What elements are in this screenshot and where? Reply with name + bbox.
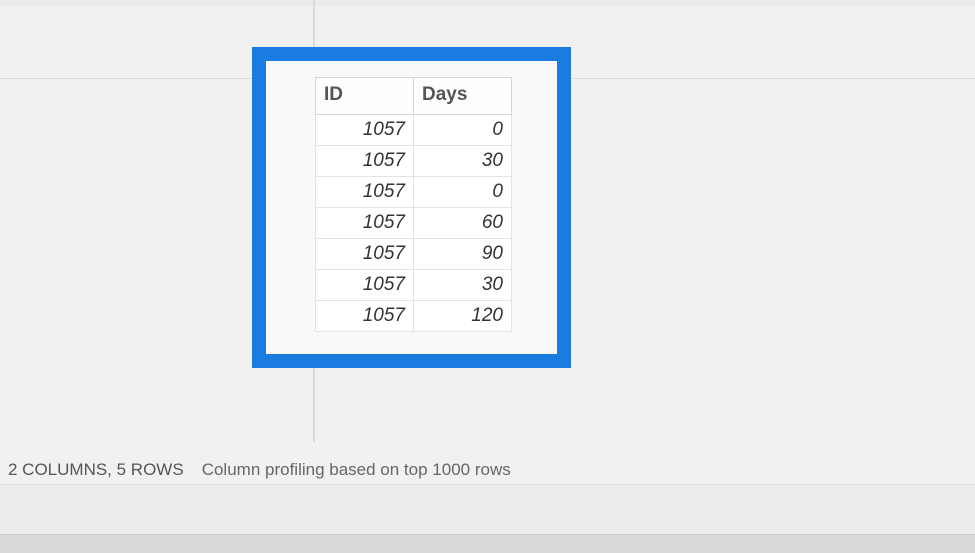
cell-days: 0 [414, 177, 512, 208]
cell-days: 30 [414, 146, 512, 177]
cell-id: 1057 [316, 208, 414, 239]
status-bar: 2 COLUMNS, 5 ROWS Column profiling based… [0, 455, 975, 485]
cell-id: 1057 [316, 239, 414, 270]
column-header-id[interactable]: ID [316, 78, 414, 115]
table-row[interactable]: 1057 120 [316, 301, 512, 332]
cell-id: 1057 [316, 301, 414, 332]
table-row[interactable]: 1057 30 [316, 270, 512, 301]
data-table[interactable]: ID Days 1057 0 1057 30 1057 0 1057 60 10 [315, 77, 512, 332]
table-row[interactable]: 1057 60 [316, 208, 512, 239]
status-profiling: Column profiling based on top 1000 rows [202, 460, 511, 480]
table-row[interactable]: 1057 30 [316, 146, 512, 177]
top-strip [0, 0, 975, 6]
bottom-bar [0, 534, 975, 553]
table-row[interactable]: 1057 0 [316, 177, 512, 208]
status-summary: 2 COLUMNS, 5 ROWS [8, 460, 184, 480]
column-header-days[interactable]: Days [414, 78, 512, 115]
cell-id: 1057 [316, 115, 414, 146]
bottom-panel [0, 484, 975, 534]
cell-id: 1057 [316, 146, 414, 177]
cell-days: 30 [414, 270, 512, 301]
cell-id: 1057 [316, 177, 414, 208]
table-row[interactable]: 1057 0 [316, 115, 512, 146]
cell-days: 60 [414, 208, 512, 239]
cell-id: 1057 [316, 270, 414, 301]
cell-days: 120 [414, 301, 512, 332]
data-table-container: ID Days 1057 0 1057 30 1057 0 1057 60 10 [315, 77, 512, 332]
cell-days: 90 [414, 239, 512, 270]
table-row[interactable]: 1057 90 [316, 239, 512, 270]
cell-days: 0 [414, 115, 512, 146]
